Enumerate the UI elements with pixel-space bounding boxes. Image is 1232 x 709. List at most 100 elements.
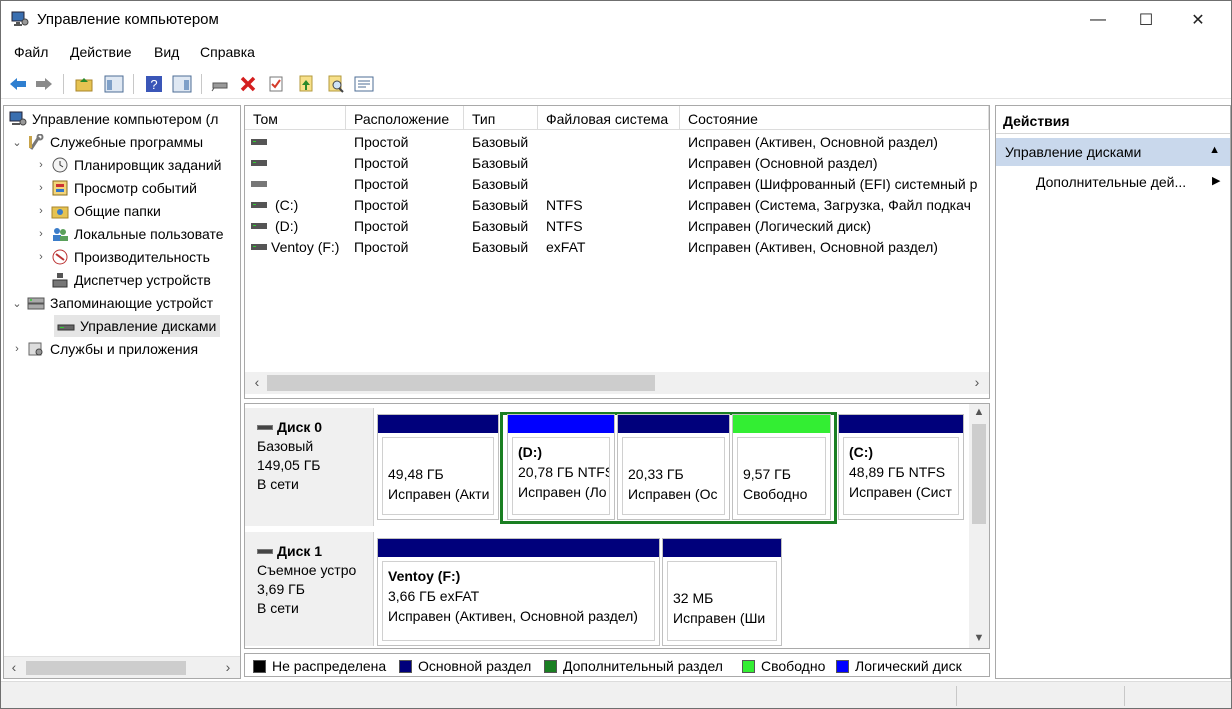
scroll-up-icon[interactable]: ▲: [969, 406, 989, 418]
properties-icon[interactable]: [171, 73, 193, 95]
up-folder-icon[interactable]: [73, 73, 95, 95]
forward-arrow-icon[interactable]: [33, 73, 55, 95]
computer-management-icon: [9, 111, 27, 126]
disk-1-label[interactable]: Диск 1 Съемное устро 3,69 ГБ В сети: [245, 532, 374, 646]
legend-logical: Логический диск: [836, 658, 962, 674]
chevron-down-icon[interactable]: ⌄: [10, 297, 24, 310]
submenu-arrow-icon[interactable]: ▶: [1212, 174, 1220, 187]
chevron-right-icon[interactable]: ›: [34, 205, 48, 217]
table-row[interactable]: Ventoy (F:) Простой Базовый exFAT Исправ…: [245, 237, 989, 258]
partition-bar: [378, 539, 659, 557]
performance-icon: [52, 249, 68, 265]
disk-icon: [257, 549, 273, 554]
volume-icon: [251, 223, 267, 229]
help-icon[interactable]: ?: [143, 73, 165, 95]
tree-horizontal-scrollbar[interactable]: ‹ ›: [4, 656, 240, 678]
collapse-up-icon[interactable]: ▲: [1209, 144, 1220, 156]
partition-disk0-free[interactable]: 9,57 ГБ Свободно: [732, 414, 831, 520]
disk-map: Диск 0 Базовый 149,05 ГБ В сети 49,48 ГБ…: [244, 403, 990, 649]
partition-bar: [733, 415, 830, 433]
chevron-right-icon[interactable]: ›: [34, 228, 48, 240]
menu-bar: Файл Действие Вид Справка: [1, 41, 1231, 65]
services-icon: [28, 342, 43, 356]
legend-swatch: [742, 659, 755, 673]
tree-item-disk-management[interactable]: Управление дисками: [54, 315, 221, 337]
menu-action[interactable]: Действие: [70, 44, 132, 60]
partition-disk0-d[interactable]: (D:) 20,78 ГБ NTFS Исправен (Ло: [507, 414, 615, 520]
device-manager-icon: [52, 273, 68, 288]
more-actions-item[interactable]: Дополнительные дей...: [1036, 174, 1186, 190]
menu-file[interactable]: Файл: [14, 44, 48, 60]
partition-disk0-1[interactable]: 49,48 ГБ Исправен (Акти: [377, 414, 499, 520]
scroll-left-icon[interactable]: ‹: [249, 374, 265, 390]
legend: Не распределена Основной раздел Дополнит…: [244, 653, 990, 677]
tree-item-label: Просмотр событий: [74, 180, 197, 196]
checklist-icon[interactable]: [265, 73, 287, 95]
tree-item-label: Общие папки: [74, 203, 161, 219]
volume-icon: [251, 160, 267, 166]
column-header-volume[interactable]: Том: [245, 106, 346, 130]
volume-list-horizontal-scrollbar[interactable]: ‹ ›: [245, 372, 989, 394]
find-icon[interactable]: [325, 73, 347, 95]
partition-disk0-3[interactable]: 20,33 ГБ Исправен (Ос: [617, 414, 730, 520]
table-row[interactable]: (C:) Простой Базовый NTFS Исправен (Сист…: [245, 195, 989, 216]
delete-icon[interactable]: [237, 73, 259, 95]
chevron-right-icon[interactable]: ›: [10, 343, 24, 355]
tree-item-label: Служебные программы: [50, 134, 204, 150]
import-icon[interactable]: [295, 73, 317, 95]
tree-item-device-manager[interactable]: Диспетчер устройств: [48, 269, 211, 291]
tree-item-label: Управление дисками: [80, 318, 217, 334]
maximize-button[interactable]: ☐: [1123, 1, 1169, 39]
partition-disk1-ventoy[interactable]: Ventoy (F:) 3,66 ГБ exFAT Исправен (Акти…: [377, 538, 660, 646]
connect-drive-icon[interactable]: [209, 73, 231, 95]
svg-text:?: ?: [150, 77, 157, 92]
table-row[interactable]: Простой Базовый Исправен (Активен, Основ…: [245, 132, 989, 153]
scroll-right-icon[interactable]: ›: [220, 659, 236, 675]
chevron-down-icon[interactable]: ⌄: [10, 136, 24, 149]
tree-item-label: Службы и приложения: [50, 341, 199, 357]
list-view-icon[interactable]: [353, 73, 375, 95]
actions-section-disk-management[interactable]: Управление дисками ▲: [996, 138, 1230, 166]
scroll-thumb[interactable]: [972, 424, 986, 524]
menu-help[interactable]: Справка: [200, 44, 255, 60]
partition-bar: [663, 539, 781, 557]
tree-item-local-users[interactable]: › Локальные пользовате: [34, 223, 224, 245]
tree-item-performance[interactable]: › Производительность: [34, 246, 210, 268]
table-row[interactable]: (D:) Простой Базовый NTFS Исправен (Логи…: [245, 216, 989, 237]
title-bar[interactable]: Управление компьютером — ☐ ✕: [1, 1, 1231, 39]
partition-disk1-2[interactable]: 32 МБ Исправен (Ши: [662, 538, 782, 646]
menu-view[interactable]: Вид: [154, 44, 179, 60]
chevron-right-icon[interactable]: ›: [34, 159, 48, 171]
scroll-down-icon[interactable]: ▼: [969, 632, 989, 644]
tree-item-storage[interactable]: ⌄ Запоминающие устройст: [10, 292, 213, 314]
volume-icon: [251, 181, 267, 187]
disk-0-label[interactable]: Диск 0 Базовый 149,05 ГБ В сети: [245, 408, 374, 526]
tree-item-label: Производительность: [74, 249, 210, 265]
scroll-thumb[interactable]: [26, 661, 186, 675]
scroll-right-icon[interactable]: ›: [969, 374, 985, 390]
tree-item-system-tools[interactable]: ⌄ Служебные программы: [10, 131, 203, 153]
table-row[interactable]: Простой Базовый Исправен (Шифрованный (E…: [245, 174, 989, 195]
tree-item-task-scheduler[interactable]: › Планировщик заданий: [34, 154, 221, 176]
chevron-right-icon[interactable]: ›: [34, 251, 48, 263]
scroll-left-icon[interactable]: ‹: [6, 659, 22, 675]
column-header-type[interactable]: Тип: [464, 106, 538, 130]
partition-disk0-c[interactable]: (C:) 48,89 ГБ NTFS Исправен (Сист: [838, 414, 964, 520]
column-header-layout[interactable]: Расположение: [346, 106, 464, 130]
scroll-thumb[interactable]: [267, 375, 655, 391]
tree-item-shared-folders[interactable]: › Общие папки: [34, 200, 161, 222]
table-row[interactable]: Простой Базовый Исправен (Основной разде…: [245, 153, 989, 174]
tree-item-label: Локальные пользовате: [74, 226, 224, 242]
disk-map-vertical-scrollbar[interactable]: ▲ ▼: [969, 404, 989, 648]
window-title: Управление компьютером: [37, 11, 219, 28]
close-button[interactable]: ✕: [1175, 1, 1221, 39]
column-header-filesystem[interactable]: Файловая система: [538, 106, 680, 130]
back-arrow-icon[interactable]: [7, 73, 29, 95]
show-hide-tree-icon[interactable]: [103, 73, 125, 95]
tree-item-event-viewer[interactable]: › Просмотр событий: [34, 177, 197, 199]
tree-item-computer-management[interactable]: Управление компьютером (л: [6, 108, 218, 130]
column-header-status[interactable]: Состояние: [680, 106, 989, 130]
tree-item-services-apps[interactable]: › Службы и приложения: [10, 338, 198, 360]
minimize-button[interactable]: —: [1075, 1, 1121, 39]
chevron-right-icon[interactable]: ›: [34, 182, 48, 194]
